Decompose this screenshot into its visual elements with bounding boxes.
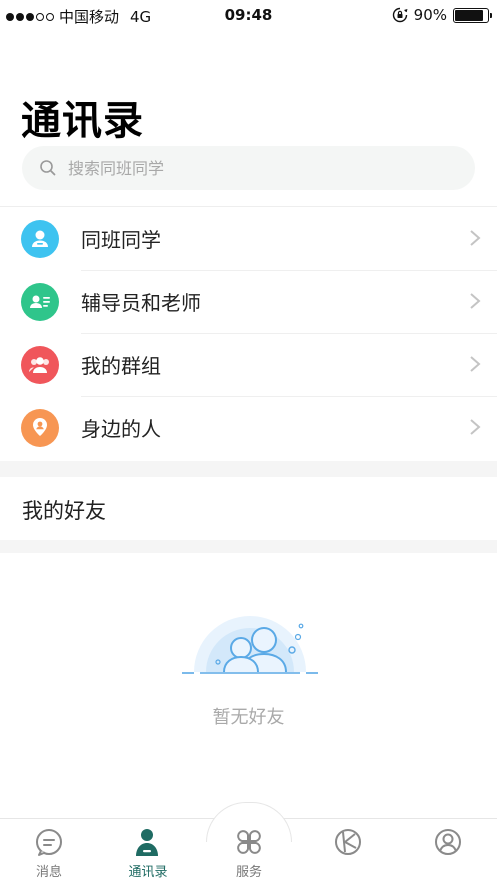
menu-item-groups[interactable]: 我的群组	[0, 333, 497, 396]
tab-label: 消息	[35, 865, 62, 880]
tab-label: 服务	[235, 865, 262, 880]
chevron-right-icon	[470, 293, 481, 309]
menu-item-teachers[interactable]: 辅导员和老师	[0, 270, 497, 333]
battery-status: 90%	[392, 6, 492, 24]
orientation-lock-icon	[392, 7, 408, 23]
tab-messages[interactable]: 消息	[9, 826, 89, 880]
page-title: 通讯录	[21, 98, 144, 144]
tab-services[interactable]: 服务	[209, 826, 289, 880]
tab-discover[interactable]	[308, 826, 388, 861]
status-bar: 中国移动 4G 09:48 90%	[0, 0, 497, 32]
tab-contacts[interactable]: 通讯录	[108, 826, 188, 880]
search-bar[interactable]	[22, 146, 475, 190]
message-icon	[36, 829, 62, 856]
contacts-icon	[136, 829, 158, 856]
menu-item-label: 我的群组	[81, 354, 161, 378]
search-input[interactable]	[68, 158, 448, 178]
friends-section-title: 我的好友	[22, 499, 106, 523]
empty-state-text: 暂无好友	[212, 707, 285, 728]
chevron-right-icon	[470, 230, 481, 246]
battery-icon	[453, 7, 492, 23]
battery-percent: 90%	[413, 6, 447, 24]
menu-item-nearby[interactable]: 身边的人	[0, 396, 497, 459]
services-icon	[237, 830, 261, 854]
no-friends-illustration	[182, 616, 318, 674]
tab-profile[interactable]	[408, 826, 488, 861]
section-gap	[0, 461, 497, 477]
section-gap	[0, 540, 497, 553]
menu-item-label: 辅导员和老师	[81, 291, 201, 315]
classmate-icon	[21, 219, 59, 258]
chevron-right-icon	[470, 356, 481, 372]
teacher-card-icon	[21, 282, 59, 321]
profile-icon	[435, 829, 461, 855]
location-person-icon	[21, 408, 59, 447]
chevron-right-icon	[470, 419, 481, 435]
tab-label: 通讯录	[128, 865, 168, 880]
menu-item-classmates[interactable]: 同班同学	[0, 207, 497, 270]
menu-item-label: 同班同学	[81, 228, 161, 252]
search-icon	[40, 160, 56, 176]
group-icon	[21, 345, 59, 384]
menu-item-label: 身边的人	[81, 417, 161, 441]
discover-icon	[335, 829, 361, 855]
contacts-menu: 同班同学 辅导员和老师 我的群组 身边的人	[0, 207, 497, 459]
